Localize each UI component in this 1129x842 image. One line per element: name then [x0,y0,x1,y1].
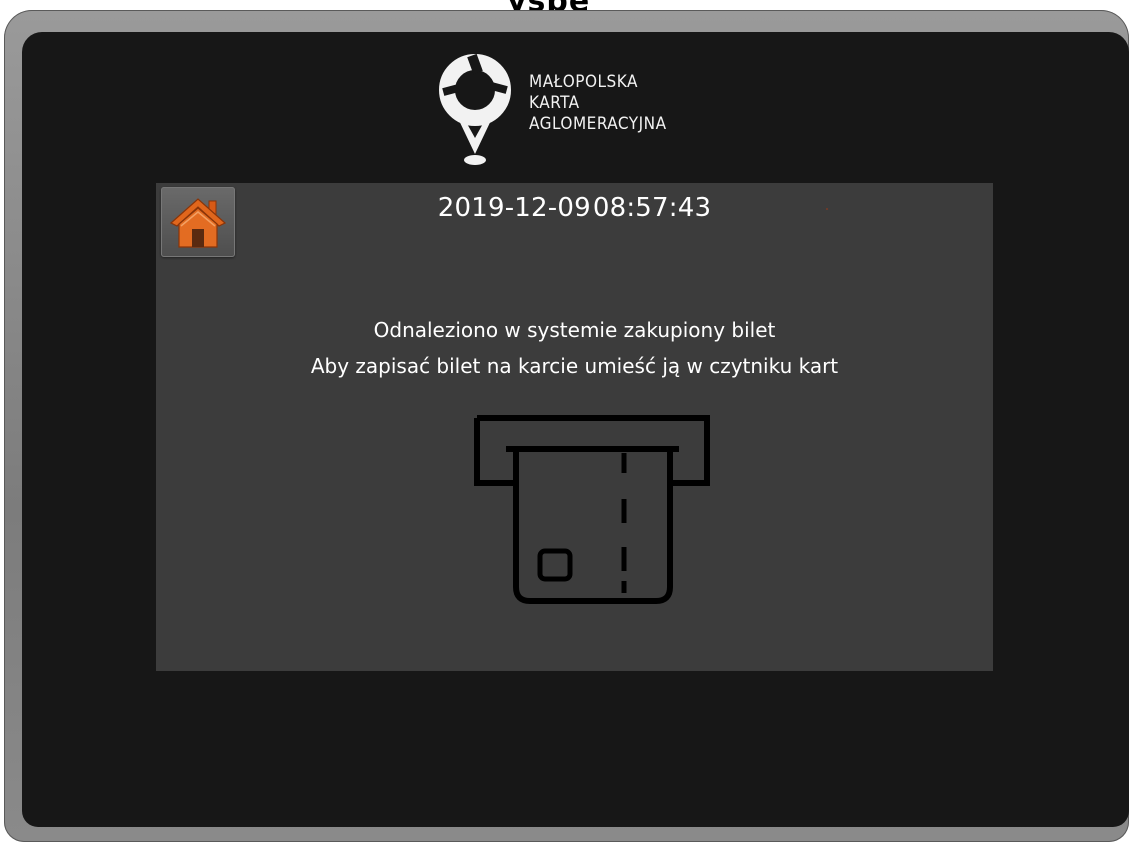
message-line-1: Odnaleziono w systemie zakupiony bilet [373,318,776,342]
map-pin-logo-icon [439,53,511,165]
datetime-display: 2019-12-0908:57:43 [156,193,993,223]
logo-line-1: MAŁOPOLSKA [529,72,638,92]
time-text: 08:57:43 [592,193,712,223]
logo-line-3: AGLOMERACYJNA [529,114,667,134]
mka-logo: MAŁOPOLSKA KARTA AGLOMERACYJNA [437,50,737,170]
logo-wordmark: MAŁOPOLSKA KARTA AGLOMERACYJNA [529,72,667,135]
main-panel: 2019-12-0908:57:43 Odnaleziono w systemi… [156,183,993,671]
date-text: 2019-12-09 [437,193,591,223]
card-reader-icon [474,415,710,604]
screen-artifact [826,208,828,210]
logo-line-2: KARTA [529,93,580,113]
message-line-2: Aby zapisać bilet na karcie umieść ją w … [310,354,839,378]
